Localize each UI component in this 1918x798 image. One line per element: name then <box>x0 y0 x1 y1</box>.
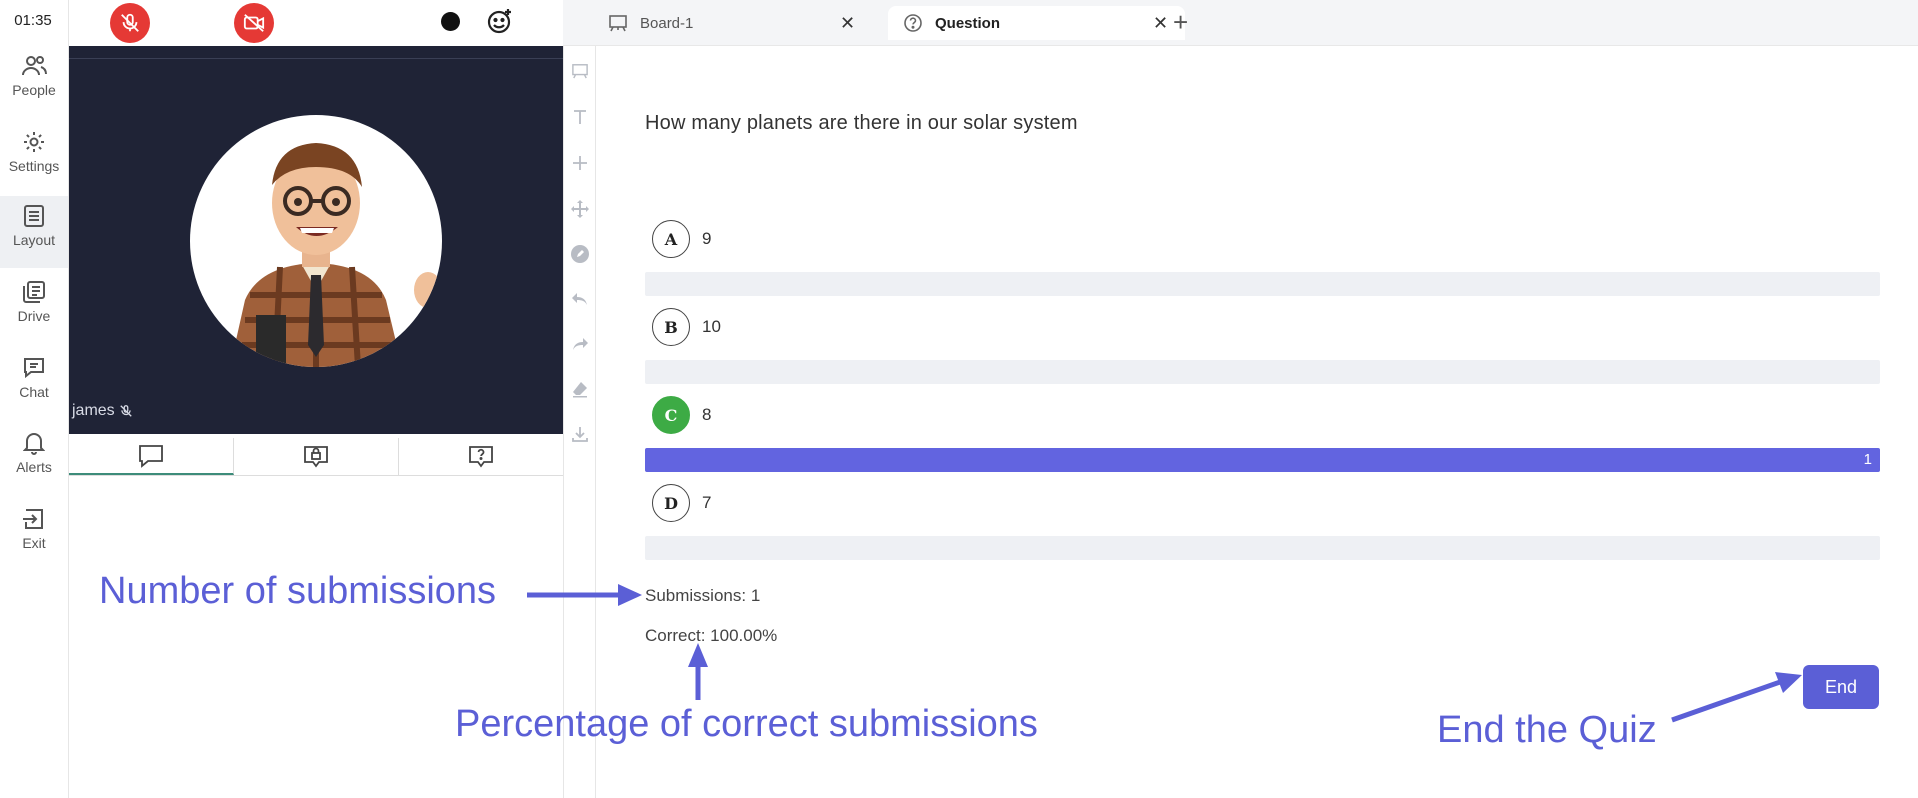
arrow-end <box>1671 679 1781 723</box>
annotation-arrows <box>527 584 1802 723</box>
arrowhead-percentage <box>688 643 708 667</box>
arrowhead-submissions <box>618 584 642 606</box>
arrowhead-end <box>1775 672 1802 693</box>
